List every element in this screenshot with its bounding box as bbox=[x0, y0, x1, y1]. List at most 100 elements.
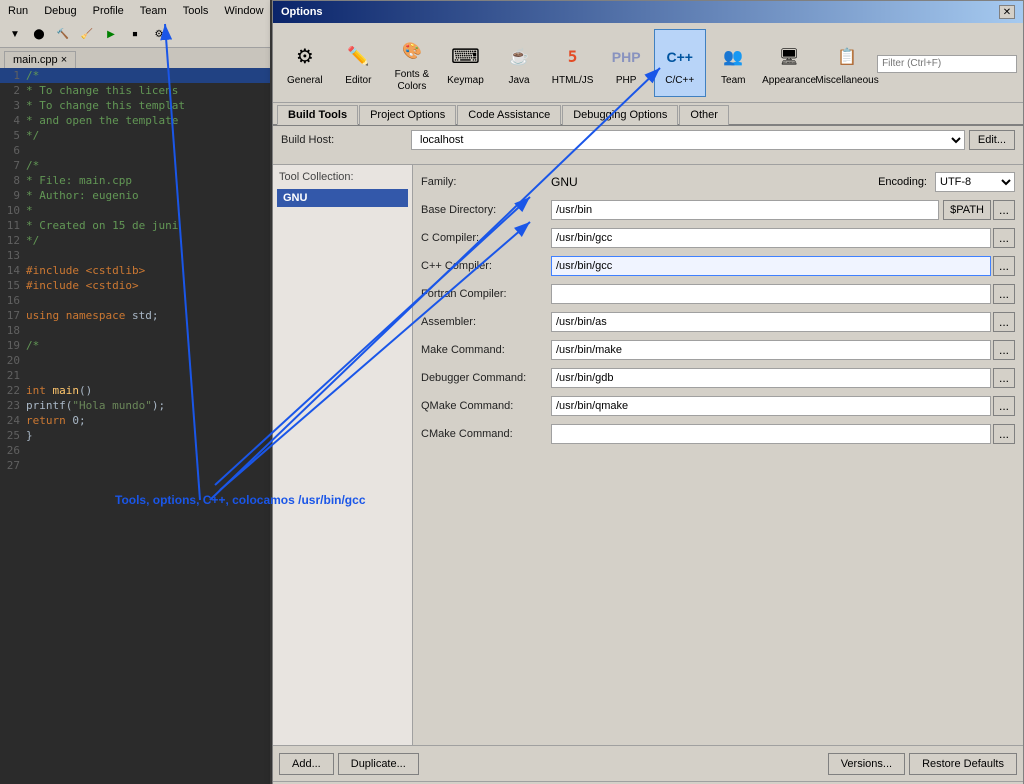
cpp-compiler-input-group: ... bbox=[551, 256, 1015, 276]
cpp-compiler-row: C++ Compiler: ... bbox=[421, 255, 1015, 277]
make-command-browse[interactable]: ... bbox=[993, 340, 1015, 360]
toolbar-btn-6[interactable]: ⚙ bbox=[148, 25, 170, 45]
htmljs-label: HTML/JS bbox=[552, 75, 594, 87]
fortran-compiler-label: Fortran Compiler: bbox=[421, 288, 551, 300]
menu-debug[interactable]: Debug bbox=[40, 3, 80, 19]
dialog-titlebar: Options ✕ bbox=[273, 1, 1023, 23]
fortran-compiler-row: Fortran Compiler: ... bbox=[421, 283, 1015, 305]
tab-other[interactable]: Other bbox=[679, 105, 729, 125]
path-button[interactable]: $PATH bbox=[943, 200, 991, 220]
appearance-label: Appearance bbox=[762, 75, 816, 87]
tab-project-options[interactable]: Project Options bbox=[359, 105, 456, 125]
assembler-input-group: ... bbox=[551, 312, 1015, 332]
filter-input[interactable] bbox=[877, 55, 1017, 73]
menu-team[interactable]: Team bbox=[136, 3, 171, 19]
cpp-compiler-browse[interactable]: ... bbox=[993, 256, 1015, 276]
icon-htmljs[interactable]: 5 HTML/JS bbox=[547, 29, 599, 97]
menu-window[interactable]: Window bbox=[220, 3, 267, 19]
cpp-compiler-label: C++ Compiler: bbox=[421, 260, 551, 272]
restore-defaults-button[interactable]: Restore Defaults bbox=[909, 753, 1017, 775]
htmljs-icon: 5 bbox=[557, 41, 589, 73]
main-window: Run Debug Profile Team Tools Window Help… bbox=[0, 0, 1024, 784]
build-host-combo[interactable]: localhost bbox=[411, 130, 965, 150]
cpp-compiler-input[interactable] bbox=[551, 256, 991, 276]
fortran-compiler-input[interactable] bbox=[551, 284, 991, 304]
general-icon: ⚙ bbox=[289, 41, 321, 73]
debugger-command-row: Debugger Command: ... bbox=[421, 367, 1015, 389]
icon-cpp[interactable]: C++ C/C++ bbox=[654, 29, 706, 97]
tab-build-tools[interactable]: Build Tools bbox=[277, 105, 358, 125]
fonts-colors-icon: 🎨 bbox=[396, 35, 428, 67]
close-button[interactable]: ✕ bbox=[999, 5, 1015, 19]
tab-code-assistance[interactable]: Code Assistance bbox=[457, 105, 561, 125]
duplicate-button[interactable]: Duplicate... bbox=[338, 753, 419, 775]
icon-bar: ⚙ General ✏️ Editor 🎨 Fonts & Colors ⌨ K… bbox=[273, 23, 1023, 103]
toolbar-btn-1[interactable]: ▼ bbox=[4, 25, 26, 45]
cmake-command-label: CMake Command: bbox=[421, 428, 551, 440]
team-label: Team bbox=[721, 75, 745, 87]
c-compiler-label: C Compiler: bbox=[421, 232, 551, 244]
edit-button[interactable]: Edit... bbox=[969, 130, 1015, 150]
versions-button[interactable]: Versions... bbox=[828, 753, 905, 775]
base-directory-input-group: $PATH ... bbox=[551, 200, 1015, 220]
run-btn[interactable]: ▶ bbox=[100, 25, 122, 45]
php-icon: PHP bbox=[610, 41, 642, 73]
cmake-command-input[interactable] bbox=[551, 424, 991, 444]
right-panel: Family: GNU Encoding: UTF-8 Base Directo… bbox=[413, 165, 1023, 745]
code-content: 1/* 2 * To change this licens 3 * To cha… bbox=[0, 68, 270, 777]
base-directory-row: Base Directory: $PATH ... bbox=[421, 199, 1015, 221]
assembler-input[interactable] bbox=[551, 312, 991, 332]
fortran-compiler-browse[interactable]: ... bbox=[993, 284, 1015, 304]
encoding-label: Encoding: bbox=[878, 176, 927, 188]
icon-php[interactable]: PHP PHP bbox=[600, 29, 652, 97]
java-label: Java bbox=[508, 75, 529, 87]
code-editor-area: Run Debug Profile Team Tools Window Help… bbox=[0, 0, 270, 784]
qmake-command-input[interactable] bbox=[551, 396, 991, 416]
icon-java[interactable]: ☕ Java bbox=[493, 29, 545, 97]
debugger-command-label: Debugger Command: bbox=[421, 372, 551, 384]
c-compiler-row: C Compiler: ... bbox=[421, 227, 1015, 249]
debugger-command-browse[interactable]: ... bbox=[993, 368, 1015, 388]
general-label: General bbox=[287, 75, 323, 87]
toolbar-btn-2[interactable]: ⬤ bbox=[28, 25, 50, 45]
c-compiler-input-group: ... bbox=[551, 228, 1015, 248]
c-compiler-browse[interactable]: ... bbox=[993, 228, 1015, 248]
add-button[interactable]: Add... bbox=[279, 753, 334, 775]
editor-icon: ✏️ bbox=[342, 41, 374, 73]
ide-toolbar: ▼ ⬤ 🔨 🧹 ▶ ⏹ ⚙ bbox=[0, 22, 270, 48]
icon-general[interactable]: ⚙ General bbox=[279, 29, 331, 97]
base-directory-input[interactable] bbox=[551, 200, 939, 220]
bottom-bar-right: Versions... Restore Defaults bbox=[828, 753, 1017, 775]
make-command-input[interactable] bbox=[551, 340, 991, 360]
debugger-command-input[interactable] bbox=[551, 368, 991, 388]
icon-misc[interactable]: 📋 Miscellaneous bbox=[819, 29, 875, 97]
misc-label: Miscellaneous bbox=[815, 75, 878, 87]
menu-run[interactable]: Run bbox=[4, 3, 32, 19]
encoding-combo[interactable]: UTF-8 bbox=[935, 172, 1015, 192]
base-directory-browse[interactable]: ... bbox=[993, 200, 1015, 220]
toolbar-btn-5[interactable]: ⏹ bbox=[124, 25, 146, 45]
menu-profile[interactable]: Profile bbox=[89, 3, 128, 19]
icon-editor[interactable]: ✏️ Editor bbox=[333, 29, 385, 97]
assembler-label: Assembler: bbox=[421, 316, 551, 328]
menu-tools[interactable]: Tools bbox=[179, 3, 213, 19]
debugger-command-input-group: ... bbox=[551, 368, 1015, 388]
toolbar-btn-4[interactable]: 🧹 bbox=[76, 25, 98, 45]
toolbar-btn-3[interactable]: 🔨 bbox=[52, 25, 74, 45]
icon-appearance[interactable]: 🖥 Appearance bbox=[761, 29, 817, 97]
make-command-input-group: ... bbox=[551, 340, 1015, 360]
qmake-command-browse[interactable]: ... bbox=[993, 396, 1015, 416]
tab-debugging-options[interactable]: Debugging Options bbox=[562, 105, 678, 125]
icon-team[interactable]: 👥 Team bbox=[708, 29, 760, 97]
assembler-browse[interactable]: ... bbox=[993, 312, 1015, 332]
keymap-label: Keymap bbox=[447, 75, 484, 87]
file-tab[interactable]: main.cpp × bbox=[4, 51, 76, 68]
icon-fonts-colors[interactable]: 🎨 Fonts & Colors bbox=[386, 29, 438, 97]
cmake-command-browse[interactable]: ... bbox=[993, 424, 1015, 444]
misc-icon: 📋 bbox=[831, 41, 863, 73]
c-compiler-input[interactable] bbox=[551, 228, 991, 248]
qmake-command-row: QMake Command: ... bbox=[421, 395, 1015, 417]
icon-keymap[interactable]: ⌨ Keymap bbox=[440, 29, 492, 97]
tab-bar: Build Tools Project Options Code Assista… bbox=[273, 103, 1023, 126]
tool-collection-gnu[interactable]: GNU bbox=[277, 189, 408, 207]
